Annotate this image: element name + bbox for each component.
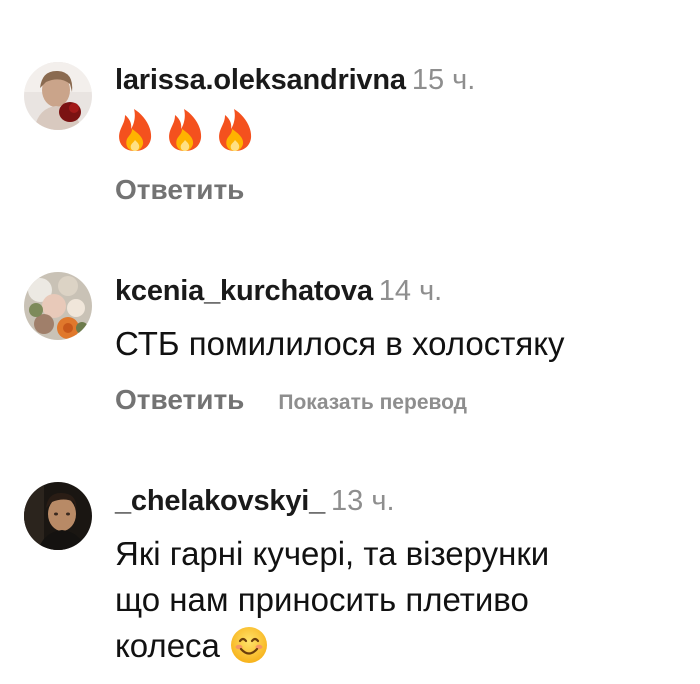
- comment-actions: Ответить Показать перевод: [115, 386, 467, 414]
- comment-header: larissa.oleksandrivna 15 ч.: [115, 66, 475, 95]
- comment-timestamp[interactable]: 14 ч.: [379, 275, 442, 307]
- comment-text: СТБ помилилося в холостяку: [115, 325, 565, 362]
- comment-text-line-last: колеса: [115, 623, 549, 669]
- username-link[interactable]: kcenia_kurchatova: [115, 275, 373, 307]
- comment-timestamp[interactable]: 15 ч.: [412, 64, 475, 96]
- comment-text: 🔥🔥🔥: [115, 106, 265, 164]
- comment-item: _chelakovskyi_ 13 ч. Які гарні кучері, та…: [0, 450, 700, 684]
- reply-button[interactable]: Ответить: [115, 174, 244, 205]
- avatar[interactable]: [24, 272, 92, 340]
- comment-text-line: що нам приносить плетиво: [115, 581, 529, 618]
- username-link[interactable]: _chelakovskyi_: [115, 485, 325, 517]
- comment-item: kcenia_kurchatova 14 ч. СТБ помилилося в …: [0, 240, 700, 450]
- smiling-face-icon: [231, 627, 268, 663]
- comment-actions: Ответить: [115, 176, 244, 204]
- fire-icon: [119, 109, 252, 151]
- avatar[interactable]: [24, 482, 92, 550]
- comment-text: Які гарні кучері, та візерунки що нам пр…: [115, 531, 549, 669]
- username-link[interactable]: larissa.oleksandrivna: [115, 64, 406, 96]
- avatar[interactable]: [24, 62, 92, 130]
- comment-header: kcenia_kurchatova 14 ч.: [115, 277, 442, 306]
- comment-header: _chelakovskyi_ 13 ч.: [115, 487, 395, 516]
- comment-text-line: Які гарні кучері, та візерунки: [115, 535, 550, 572]
- show-translation-button[interactable]: Показать перевод: [278, 391, 467, 414]
- reply-button[interactable]: Ответить: [115, 384, 244, 415]
- comment-timestamp[interactable]: 13 ч.: [331, 485, 394, 517]
- comment-item: larissa.oleksandrivna15 ч. 🔥🔥🔥 Ответить: [0, 0, 700, 240]
- comment-text-fragment: колеса: [115, 627, 220, 664]
